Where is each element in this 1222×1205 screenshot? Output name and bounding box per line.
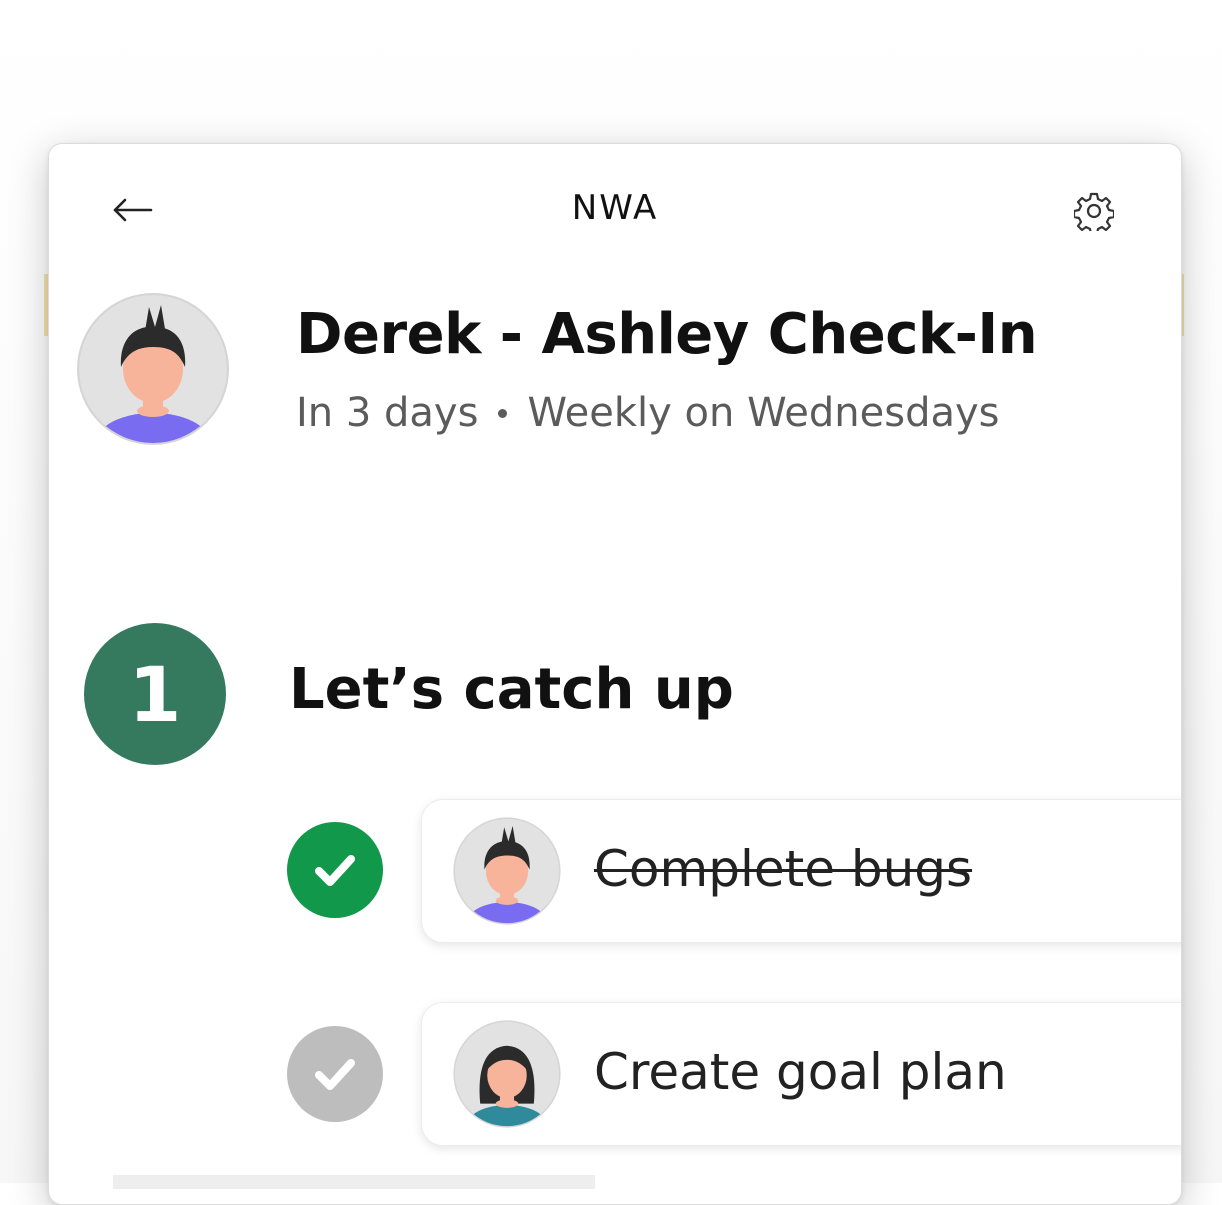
top-bar: NWA	[49, 144, 1181, 276]
meeting-title: Derek - Ashley Check-In	[296, 302, 1038, 367]
item-label: Create goal plan	[594, 1043, 1007, 1101]
item-assignee-avatar	[452, 816, 562, 926]
meeting-recurrence: Weekly on Wednesdays	[527, 390, 1000, 436]
item-complete-toggle[interactable]	[287, 822, 383, 918]
meeting-when: In 3 days	[296, 390, 479, 436]
app-title: NWA	[571, 188, 659, 228]
item-complete-toggle[interactable]	[287, 1026, 383, 1122]
female-avatar-icon	[453, 1020, 561, 1128]
male-avatar-icon	[77, 293, 229, 445]
separator-dot	[498, 408, 508, 418]
checkmark-icon	[315, 855, 355, 886]
settings-button[interactable]	[1069, 186, 1119, 236]
male-avatar-icon	[453, 817, 561, 925]
meeting-schedule: In 3 days Weekly on Wednesdays	[296, 390, 1000, 436]
section-title: Let’s catch up	[289, 657, 734, 722]
item-assignee-avatar	[452, 1019, 562, 1129]
gear-icon	[1074, 192, 1114, 231]
meeting-window: NWA Derek - Ashley Check-In In 3 days We…	[48, 143, 1182, 1205]
agenda-item-card[interactable]: Complete bugs	[421, 799, 1181, 943]
meeting-avatar	[75, 291, 231, 447]
item-label: Complete bugs	[594, 840, 973, 898]
agenda-item-card[interactable]: Create goal plan	[421, 1002, 1181, 1146]
next-item-placeholder	[113, 1175, 595, 1189]
section-number-badge: 1	[84, 623, 226, 765]
checkmark-icon	[315, 1059, 355, 1090]
